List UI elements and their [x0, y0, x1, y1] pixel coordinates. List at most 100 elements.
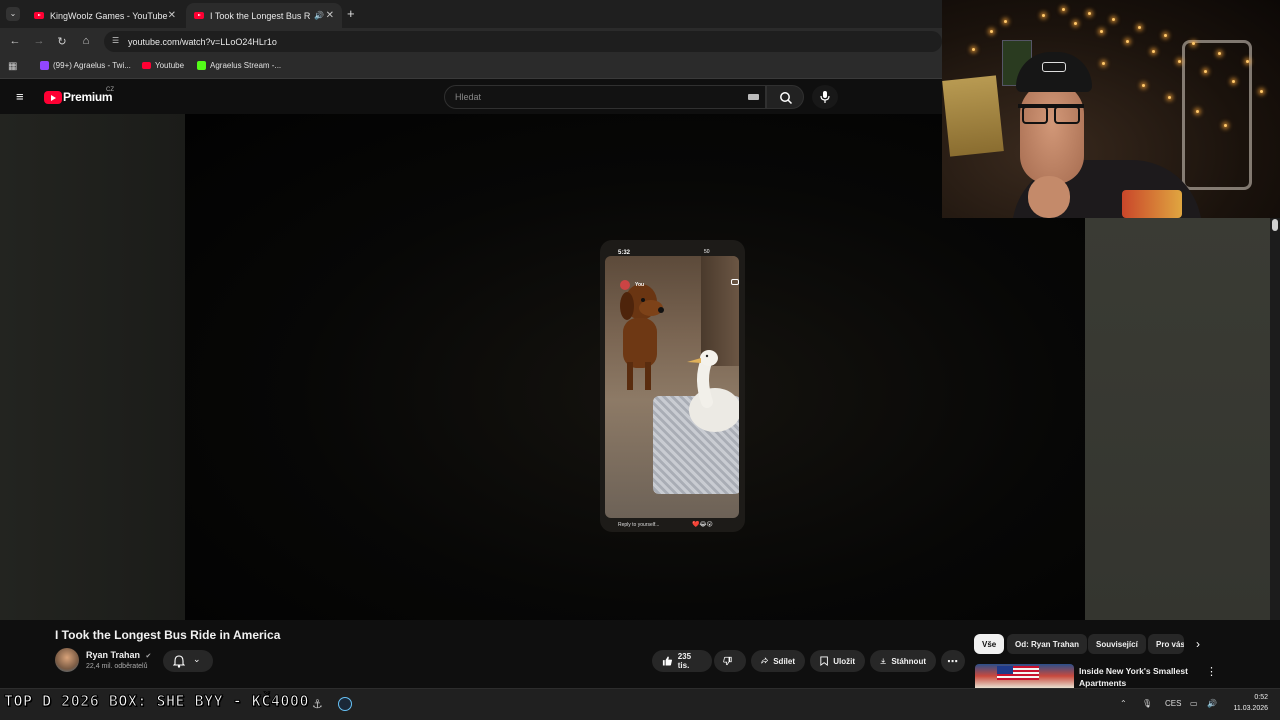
verified-icon: ✔ — [145, 653, 152, 660]
speaker-icon[interactable]: 🔊 — [314, 11, 324, 20]
chip-for-you-label: Pro vás — [1156, 639, 1184, 649]
kick-icon — [197, 61, 206, 70]
scrollbar[interactable] — [1270, 218, 1280, 620]
recommended-thumbnail[interactable] — [975, 664, 1074, 688]
channel-avatar[interactable] — [55, 648, 79, 672]
chair-back — [1182, 40, 1252, 190]
apps-grid-icon[interactable]: ▦ — [8, 61, 17, 72]
dislike-button[interactable] — [714, 650, 746, 672]
subscriber-count: 22,4 mil. odběratelů — [86, 663, 148, 670]
bookmark-twitch[interactable]: (99+) Agraelus - Twi... — [40, 61, 131, 70]
keyboard-icon[interactable] — [748, 94, 759, 100]
microphone-tray-icon[interactable]: 🎙 — [1142, 699, 1152, 708]
site-info-icon[interactable]: ☰ — [112, 36, 119, 45]
home-icon[interactable]: ⌂ — [79, 35, 93, 47]
new-tab-button[interactable]: + — [347, 6, 355, 21]
search-input[interactable]: Hledat — [444, 85, 766, 109]
camera-icon — [731, 279, 739, 285]
more-horizontal-icon: ⋯ — [947, 655, 958, 668]
bookmark-label: Youtube — [155, 61, 185, 70]
overlay-banner-text: TOP D 2026 BOX: SHE BYY - KČ4000 — [4, 692, 309, 711]
streamer-face — [1020, 82, 1084, 184]
reload-icon[interactable]: ↻ — [55, 35, 69, 48]
clock-time[interactable]: 0:52 — [1238, 694, 1268, 701]
reaction-emojis: ❤️😂😮 — [692, 522, 713, 528]
goose-image — [687, 350, 739, 432]
wall-poster — [942, 75, 1004, 157]
share-button[interactable]: Sdílet — [751, 650, 805, 672]
more-vertical-icon[interactable]: ⋮ — [1206, 665, 1217, 678]
address-bar[interactable]: ☰ youtube.com/watch?v=LLoO24HLr1o — [104, 31, 942, 52]
twitch-icon — [40, 61, 49, 70]
chevron-right-icon[interactable]: › — [1196, 637, 1200, 651]
download-button[interactable]: Stáhnout — [870, 650, 936, 672]
video-phone-frame: 5:32 50 You Reply to yourself... ❤️😂😮 — [600, 240, 745, 532]
more-actions-button[interactable]: ⋯ — [941, 650, 965, 672]
bookmark-label: (99+) Agraelus - Twi... — [53, 61, 131, 70]
bookmark-youtube[interactable]: Youtube — [142, 61, 184, 70]
youtube-favicon-icon — [34, 12, 44, 19]
like-button[interactable]: 235 tis. — [652, 650, 712, 672]
chip-all[interactable]: Vše — [974, 634, 1005, 654]
tab-label: KingWoolz Games - YouTube — [50, 10, 168, 21]
region-label: CZ — [106, 87, 114, 93]
brand-label[interactable]: Premium — [63, 90, 113, 104]
clock-date[interactable]: 11.03.2026 — [1226, 705, 1268, 712]
video-title: I Took the Longest Bus Ride in America — [55, 628, 281, 642]
tab-label: I Took the Longest Bus Ride — [210, 10, 310, 21]
save-label: Uložit — [833, 656, 855, 666]
snack-bag — [1122, 190, 1182, 218]
url-text: youtube.com/watch?v=LLoO24HLr1o — [128, 36, 277, 47]
share-icon — [761, 657, 769, 664]
thumbs-up-icon — [662, 656, 672, 666]
search-icon — [780, 92, 793, 105]
channel-name-text: Ryan Trahan — [86, 650, 141, 660]
cap-logo — [1042, 62, 1066, 72]
chip-from-channel[interactable]: Od: Ryan Trahan — [1007, 634, 1088, 654]
forward-icon[interactable]: → — [32, 35, 46, 47]
chip-for-you[interactable]: Pro vás — [1148, 634, 1184, 654]
tab-list-button[interactable]: ⌄ — [6, 7, 20, 21]
recommended-title[interactable]: Inside New York's Smallest Apartments — [1079, 665, 1199, 689]
scrollbar-thumb[interactable] — [1272, 219, 1278, 231]
tab-kingwoolz[interactable]: KingWoolz Games - YouTube ✕ — [26, 3, 184, 28]
channel-name[interactable]: Ryan Trahan ✔ — [86, 650, 151, 660]
glasses-lens — [1054, 106, 1080, 124]
bell-icon — [173, 655, 185, 668]
tray-chevron-up-icon[interactable]: ⌃ — [1120, 699, 1127, 708]
save-button[interactable]: Uložit — [810, 650, 865, 672]
phone-battery: 50 — [704, 249, 710, 255]
video-backdrop-left — [0, 114, 185, 620]
notification-bell-button[interactable]: ⌄ — [163, 650, 213, 672]
input-language[interactable]: CES — [1165, 699, 1181, 708]
search-button[interactable] — [766, 85, 804, 109]
share-label: Sdílet — [773, 656, 795, 666]
like-count: 235 tis. — [677, 652, 692, 670]
chip-related[interactable]: Související — [1088, 634, 1146, 654]
secondary-panel — [1085, 218, 1270, 620]
voice-search-button[interactable] — [812, 85, 838, 109]
display-icon[interactable]: ▭ — [1190, 699, 1198, 708]
download-icon — [880, 658, 886, 664]
youtube-favicon-icon — [194, 12, 204, 19]
dachshund-image — [620, 284, 664, 390]
menu-icon[interactable]: ≡ — [16, 89, 24, 104]
download-label: Stáhnout — [891, 656, 926, 666]
microphone-icon — [820, 91, 830, 103]
bookmark-icon — [820, 656, 828, 667]
youtube-logo-icon[interactable] — [44, 91, 62, 104]
flag-canton — [997, 666, 1013, 674]
phone-username: You — [635, 282, 645, 288]
volume-icon[interactable]: 🔊 — [1207, 699, 1217, 708]
steam-icon[interactable] — [338, 697, 352, 711]
phone-screen: You — [605, 256, 739, 518]
phone-reply-field: Reply to yourself... — [618, 522, 660, 528]
anchor-app-icon[interactable]: ⚓ — [312, 697, 323, 711]
close-icon[interactable]: ✕ — [326, 10, 334, 21]
close-icon[interactable]: ✕ — [168, 10, 176, 21]
glasses-lens — [1022, 106, 1048, 124]
back-icon[interactable]: ← — [8, 35, 22, 47]
bookmark-kick[interactable]: Agraelus Stream -... — [197, 61, 281, 70]
phone-avatar-icon — [620, 280, 630, 290]
tab-bus-ride[interactable]: I Took the Longest Bus Ride 🔊 ✕ — [186, 3, 342, 28]
